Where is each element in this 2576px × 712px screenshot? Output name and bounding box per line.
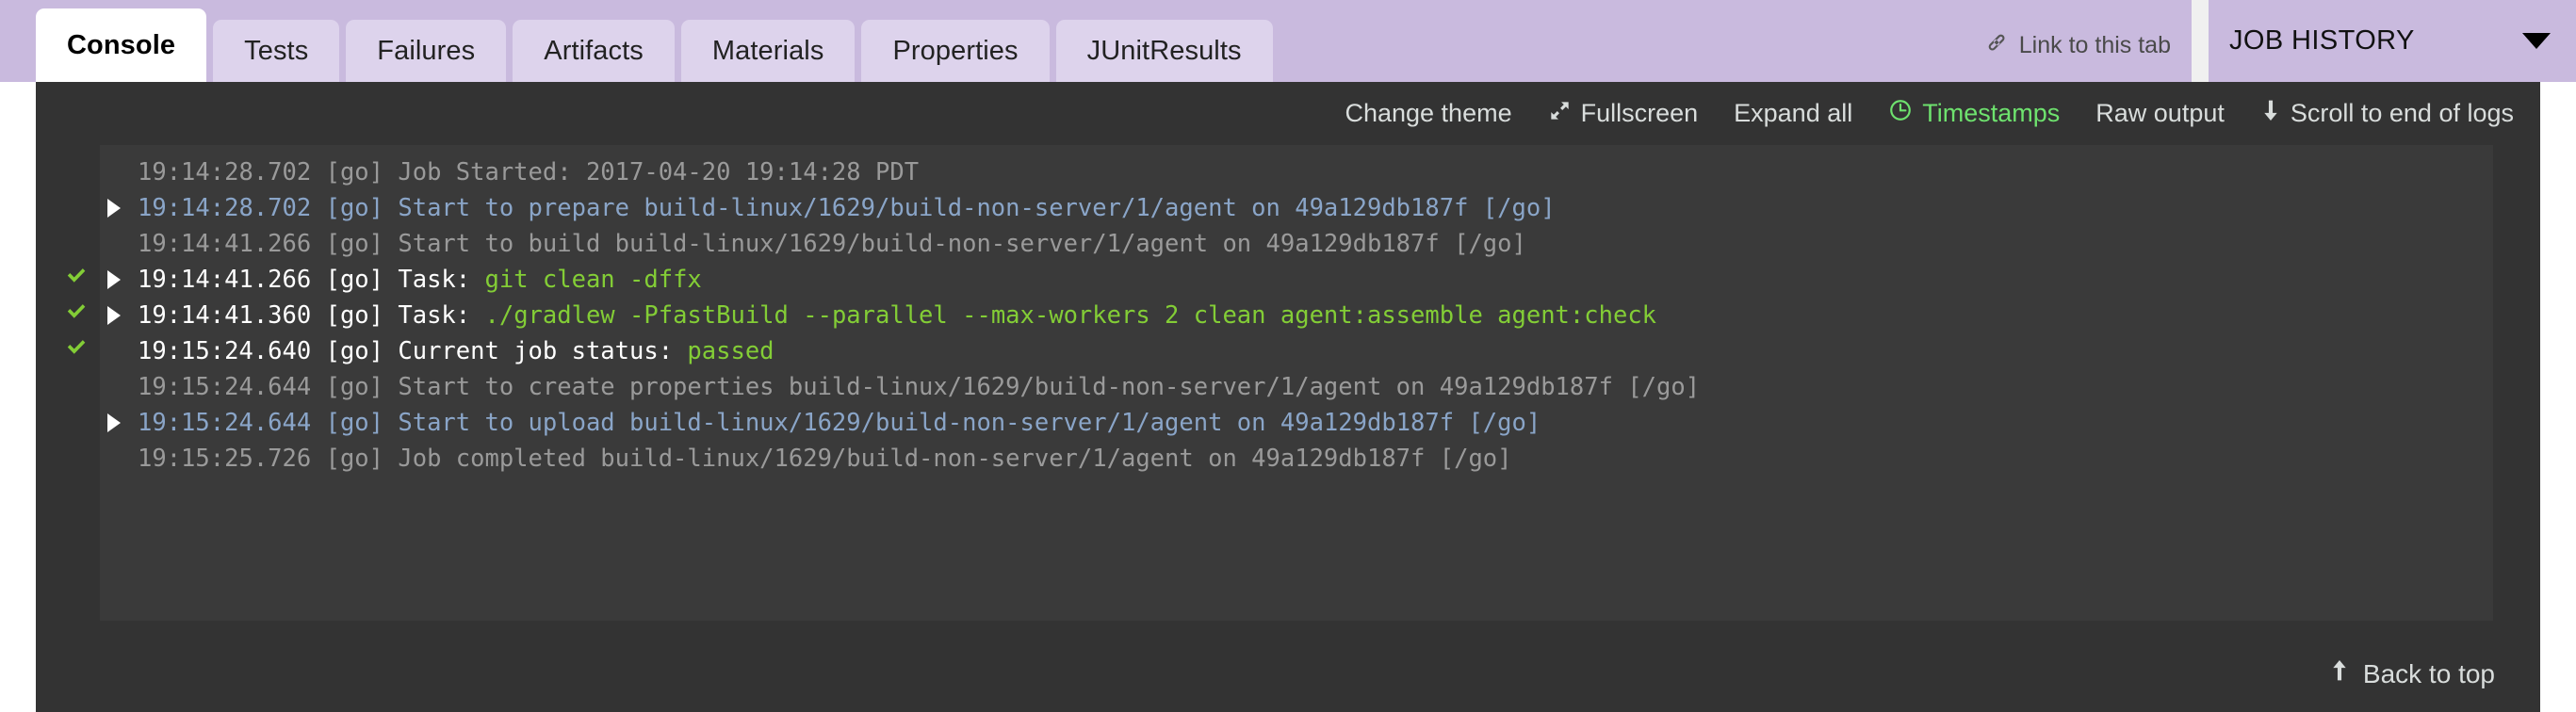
log-timestamp: 19:14:41.360 bbox=[138, 301, 312, 330]
log-line: 19:15:24.644 [go] Start to create proper… bbox=[36, 369, 2493, 405]
arrow-up-icon bbox=[2329, 658, 2350, 689]
log-source-tag: [go] bbox=[325, 266, 384, 294]
log-message: Start to build build-linux/1629/build-no… bbox=[383, 230, 1526, 258]
back-to-top-label: Back to top bbox=[2362, 658, 2495, 688]
fullscreen-label: Fullscreen bbox=[1580, 99, 1699, 127]
log-timestamp: 19:15:24.644 bbox=[138, 373, 312, 401]
change-theme-button[interactable]: Change theme bbox=[1345, 99, 1511, 128]
log-timestamp: 19:14:28.702 bbox=[138, 194, 312, 222]
log-timestamp: 19:15:24.644 bbox=[138, 409, 312, 437]
fullscreen-button[interactable]: Fullscreen bbox=[1548, 99, 1699, 129]
console-toolbar: Change theme Fullscreen Expand all Times… bbox=[36, 82, 2540, 145]
check-icon bbox=[64, 333, 89, 369]
tab-bar: Console Tests Failures Artifacts Materials Pr… bbox=[0, 0, 2576, 82]
log-source-tag: [go] bbox=[325, 194, 384, 222]
expand-triangle-icon[interactable] bbox=[107, 306, 121, 325]
log-space bbox=[311, 441, 325, 477]
tabbar-gap bbox=[2192, 0, 2209, 82]
job-history-dropdown[interactable]: JOB HISTORY bbox=[2209, 0, 2576, 82]
check-icon bbox=[64, 298, 89, 333]
log-message: Current job status: bbox=[383, 337, 688, 365]
log-command: passed bbox=[687, 337, 774, 365]
change-theme-label: Change theme bbox=[1345, 99, 1512, 127]
log-message: Task: bbox=[383, 266, 485, 294]
log-line[interactable]: 19:14:41.266 [go] Task: git clean -dffx bbox=[36, 262, 2493, 298]
back-to-top-button[interactable]: Back to top bbox=[2329, 658, 2495, 689]
log-space bbox=[311, 405, 325, 441]
log-timestamp: 19:14:28.702 bbox=[138, 158, 312, 186]
log-line: 19:15:25.726 [go] Job completed build-li… bbox=[36, 441, 2493, 477]
expand-triangle-icon[interactable] bbox=[107, 199, 121, 218]
tab-junitresults[interactable]: JUnitResults bbox=[1055, 20, 1273, 82]
log-source-tag: [go] bbox=[325, 158, 384, 186]
check-icon bbox=[64, 262, 89, 298]
log-timestamp: 19:14:41.266 bbox=[138, 230, 312, 258]
log-source-tag: [go] bbox=[325, 445, 384, 473]
log-message: Start to prepare build-linux/1629/build-… bbox=[383, 194, 1556, 222]
expand-triangle-icon[interactable] bbox=[107, 413, 121, 432]
tab-artifacts[interactable]: Artifacts bbox=[513, 20, 675, 82]
log-message: Job Started: 2017-04-20 19:14:28 PDT bbox=[383, 158, 920, 186]
fullscreen-icon bbox=[1548, 99, 1572, 129]
log-source-tag: [go] bbox=[325, 409, 384, 437]
log-space bbox=[311, 333, 325, 369]
log-line: 19:15:24.640 [go] Current job status: pa… bbox=[36, 333, 2493, 369]
link-to-this-tab-button[interactable]: Link to this tab bbox=[1984, 30, 2171, 61]
log-space bbox=[311, 190, 325, 226]
log-source-tag: [go] bbox=[325, 373, 384, 401]
tab-properties[interactable]: Properties bbox=[861, 20, 1050, 82]
log-timestamp: 19:15:24.640 bbox=[138, 337, 312, 365]
log-source-tag: [go] bbox=[325, 301, 384, 330]
log-message: Job completed build-linux/1629/build-non… bbox=[383, 445, 1512, 473]
log-command: git clean -dffx bbox=[484, 266, 702, 294]
timestamps-toggle[interactable]: Timestamps bbox=[1888, 98, 2060, 129]
log-space bbox=[311, 262, 325, 298]
log-source-tag: [go] bbox=[325, 337, 384, 365]
log-message: Start to upload build-linux/1629/build-n… bbox=[383, 409, 1541, 437]
raw-output-label: Raw output bbox=[2095, 99, 2225, 127]
log-line[interactable]: 19:15:24.644 [go] Start to upload build-… bbox=[36, 405, 2493, 441]
log-space bbox=[311, 154, 325, 190]
log-message: Start to create properties build-linux/1… bbox=[383, 373, 1701, 401]
tab-tests[interactable]: Tests bbox=[213, 20, 340, 82]
log-line[interactable]: 19:14:41.360 [go] Task: ./gradlew -Pfast… bbox=[36, 298, 2493, 333]
log-space bbox=[311, 369, 325, 405]
log-space bbox=[311, 298, 325, 333]
scroll-to-end-label: Scroll to end of logs bbox=[2290, 99, 2514, 127]
link-to-this-tab-label: Link to this tab bbox=[2018, 32, 2171, 58]
tab-list: Console Tests Failures Artifacts Materials Pr… bbox=[36, 8, 1280, 82]
link-icon bbox=[1984, 30, 2009, 61]
job-history-label: JOB HISTORY bbox=[2229, 25, 2415, 56]
log-timestamp: 19:14:41.266 bbox=[138, 266, 312, 294]
arrow-down-icon bbox=[2260, 98, 2281, 129]
tab-console[interactable]: Console bbox=[36, 8, 207, 82]
expand-triangle-icon[interactable] bbox=[107, 270, 121, 289]
console-area: Change theme Fullscreen Expand all Times… bbox=[0, 82, 2576, 712]
log-command: ./gradlew -PfastBuild --parallel --max-w… bbox=[484, 301, 1657, 330]
log-timestamp: 19:15:25.726 bbox=[138, 445, 312, 473]
log-source-tag: [go] bbox=[325, 230, 384, 258]
tab-failures[interactable]: Failures bbox=[346, 20, 507, 82]
expand-all-label: Expand all bbox=[1734, 99, 1853, 127]
log-line: 19:14:28.702 [go] Job Started: 2017-04-2… bbox=[36, 154, 2493, 190]
raw-output-button[interactable]: Raw output bbox=[2095, 99, 2225, 128]
console-panel: Change theme Fullscreen Expand all Times… bbox=[36, 82, 2540, 712]
timestamps-label: Timestamps bbox=[1922, 99, 2061, 127]
log-line[interactable]: 19:14:28.702 [go] Start to prepare build… bbox=[36, 190, 2493, 226]
tab-materials[interactable]: Materials bbox=[680, 20, 856, 82]
chevron-down-icon[interactable] bbox=[2522, 33, 2551, 49]
log-panel: 19:14:28.702 [go] Job Started: 2017-04-2… bbox=[36, 145, 2493, 621]
scroll-to-end-button[interactable]: Scroll to end of logs bbox=[2260, 98, 2514, 129]
log-line-list: 19:14:28.702 [go] Job Started: 2017-04-2… bbox=[36, 145, 2493, 477]
log-line: 19:14:41.266 [go] Start to build build-l… bbox=[36, 226, 2493, 262]
log-space bbox=[311, 226, 325, 262]
clock-icon bbox=[1888, 98, 1913, 129]
log-message: Task: bbox=[383, 301, 485, 330]
expand-all-button[interactable]: Expand all bbox=[1734, 99, 1852, 128]
